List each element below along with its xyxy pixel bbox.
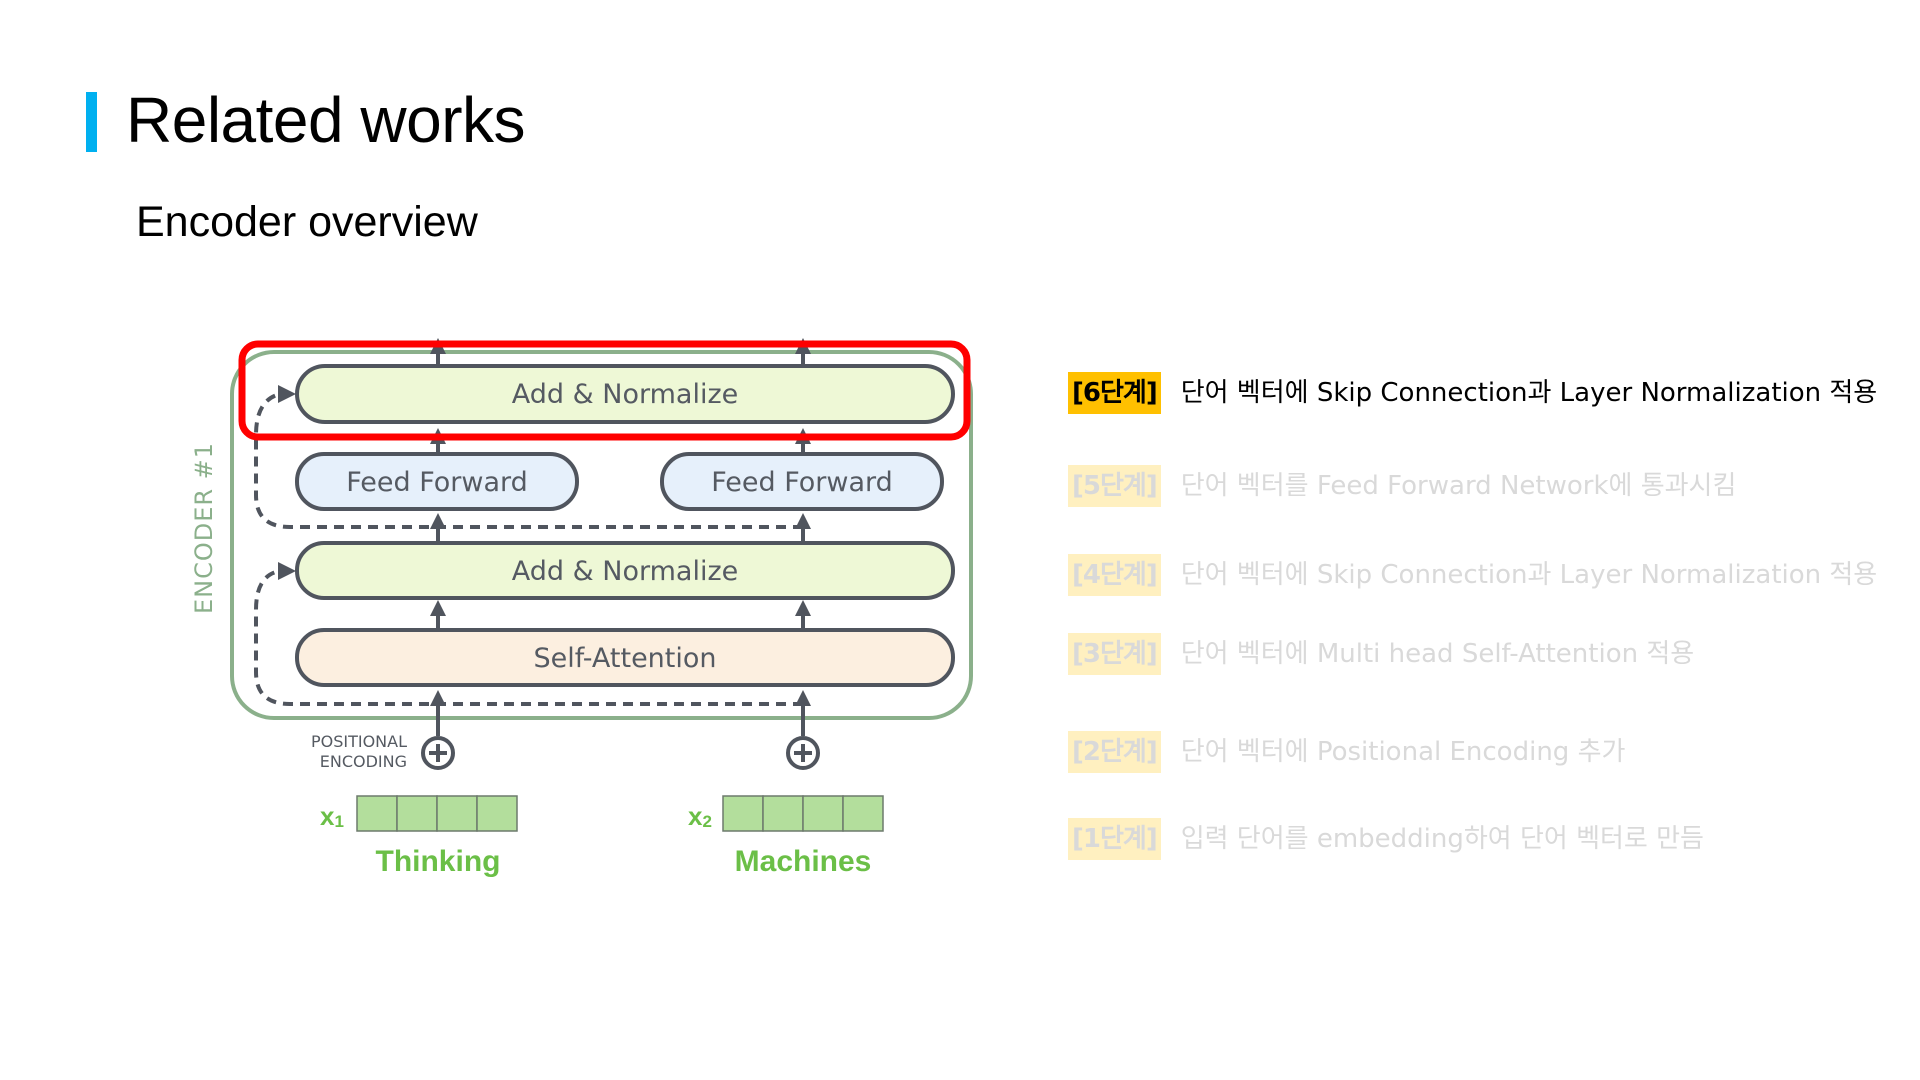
embedding-cell [802,795,844,832]
step-badge: [3단계] [1068,633,1161,675]
self-attention-label: Self-Attention [533,643,716,674]
step-badge: [2단계] [1068,731,1161,773]
feed-forward-left-label: Feed Forward [346,467,528,498]
embedding-cell [722,795,764,832]
plus-circle-icon [421,736,455,770]
add-normalize-top-block: Add & Normalize [295,364,955,424]
step-description: 단어 벡터에 Multi head Self-Attention 적용 [1180,639,1695,669]
add-normalize-top-label: Add & Normalize [512,379,738,410]
add-normalize-bottom-label: Add & Normalize [512,556,738,587]
encoder-label: ENCODER #1 [190,442,218,614]
embedding-cell [436,795,478,832]
feed-forward-right-block: Feed Forward [660,452,944,511]
step-description: 입력 단어를 embedding하여 단어 벡터로 만듬 [1180,824,1704,854]
embedding-cell [842,795,884,832]
input-var-label: x1 [320,801,344,831]
arrow-up-icon [795,513,811,529]
arrow-up-icon [430,513,446,529]
add-normalize-bottom-block: Add & Normalize [295,541,955,600]
step-description: 단어 벡터에 Positional Encoding 추가 [1180,737,1626,767]
step-item: [1단계] 입력 단어를 embedding하여 단어 벡터로 만듬 [1068,818,1704,860]
positional-encoding-label-line1: POSITIONAL [311,732,407,751]
input-var-label: x2 [688,801,712,831]
step-item: [5단계] 단어 벡터를 Feed Forward Network에 통과시킴 [1068,465,1736,507]
step-item: [2단계] 단어 벡터에 Positional Encoding 추가 [1068,731,1625,773]
plus-circle-icon [786,736,820,770]
embedding-cells [722,795,884,832]
feed-forward-right-label: Feed Forward [711,467,893,498]
residual-arrowhead-icon [278,562,296,580]
step-item: [6단계] 단어 벡터에 Skip Connection과 Layer Norma… [1068,372,1877,414]
step-badge: [6단계] [1068,372,1161,414]
embedding-cell [356,795,398,832]
self-attention-block: Self-Attention [295,628,955,687]
embedding-cell [396,795,438,832]
step-badge: [4단계] [1068,554,1161,596]
arrow-up-icon [795,690,811,706]
residual-arrowhead-icon [278,385,296,403]
step-badge: [5단계] [1068,465,1161,507]
step-description: 단어 벡터에 Skip Connection과 Layer Normalizat… [1180,560,1878,590]
input-word: Machines [735,845,872,878]
embedding-cells [356,795,518,832]
input-word: Thinking [376,845,501,878]
encoder-diagram: ENCODER #1 Add & Normalize Feed Forward … [190,338,973,878]
input-vector-x2: x2 Machines [688,795,884,878]
feed-forward-left-block: Feed Forward [295,452,579,511]
arrow-up-icon [430,600,446,616]
step-description: 단어 벡터를 Feed Forward Network에 통과시킴 [1180,471,1737,501]
input-vector-x1: x1 Thinking [320,795,518,878]
positional-encoding-label-line2: ENCODING [320,752,407,771]
step-item: [3단계] 단어 벡터에 Multi head Self-Attention 적용 [1068,633,1694,675]
embedding-cell [762,795,804,832]
embedding-cell [476,795,518,832]
step-item: [4단계] 단어 벡터에 Skip Connection과 Layer Norma… [1068,554,1877,596]
arrow-up-icon [430,690,446,706]
step-badge: [1단계] [1068,818,1161,860]
step-description: 단어 벡터에 Skip Connection과 Layer Normalizat… [1180,378,1878,408]
arrow-up-icon [795,600,811,616]
